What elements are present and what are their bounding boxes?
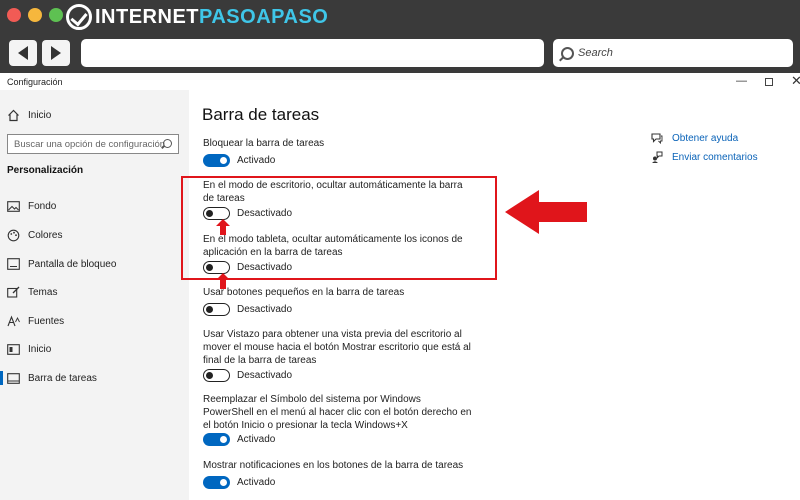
home-icon: [6, 108, 20, 122]
feedback-icon: [651, 151, 663, 163]
sidebar-item-label: Colores: [28, 229, 63, 241]
font-icon: [6, 314, 20, 328]
annotation-arrow-up-icon: [216, 273, 230, 289]
sidebar-section-heading: Personalización: [7, 165, 84, 176]
setting-label-badges: Mostrar notificaciones en los botones de…: [203, 460, 464, 471]
minimize-window-button[interactable]: [28, 8, 42, 22]
minimize-button[interactable]: —: [736, 75, 747, 87]
browser-chrome: INTERNET PASOAPASO Search: [0, 0, 800, 73]
toggle-badges[interactable]: [203, 476, 230, 489]
sidebar-item-label: Barra de tareas: [28, 372, 97, 384]
settings-sidebar: Inicio Buscar una opción de configuració…: [0, 90, 189, 500]
image-icon: [6, 199, 20, 213]
send-feedback-label: Enviar comentarios: [672, 151, 758, 163]
annotation-arrow-left-icon: [505, 190, 587, 234]
toggle-state-label: Activado: [237, 155, 276, 166]
sidebar-item-label: Pantalla de bloqueo: [28, 258, 117, 270]
start-icon: [6, 342, 20, 356]
site-logo: INTERNET PASOAPASO: [66, 4, 328, 30]
sidebar-item-colores[interactable]: Colores: [0, 224, 189, 246]
sidebar-item-home[interactable]: Inicio: [0, 104, 189, 126]
page-title: Barra de tareas: [202, 105, 320, 124]
setting-label-lock-taskbar: Bloquear la barra de tareas: [203, 138, 325, 149]
window-title: Configuración: [7, 77, 63, 87]
taskbar-icon: [6, 371, 20, 385]
zoom-window-button[interactable]: [49, 8, 63, 22]
sidebar-item-label: Fondo: [28, 200, 57, 212]
toggle-powershell[interactable]: [203, 433, 230, 446]
logo-text-part1: INTERNET: [95, 5, 199, 28]
toggle-small-buttons[interactable]: [203, 303, 230, 316]
toggle-state-label: Activado: [237, 434, 276, 445]
arrow-right-icon: [51, 46, 61, 60]
settings-search-placeholder: Buscar una opción de configuración: [14, 138, 166, 150]
sidebar-home-label: Inicio: [28, 109, 52, 121]
sidebar-item-barra-de-tareas[interactable]: Barra de tareas: [0, 367, 189, 389]
settings-main-panel: Barra de tareas Bloquear la barra de tar…: [189, 90, 800, 500]
browser-titlebar: INTERNET PASOAPASO: [0, 0, 800, 34]
brush-icon: [6, 285, 20, 299]
browser-search-field[interactable]: Search: [553, 39, 793, 67]
sidebar-item-inicio[interactable]: Inicio: [0, 338, 189, 360]
get-help-label: Obtener ayuda: [672, 132, 739, 144]
sidebar-item-pantalla-de-bloqueo[interactable]: Pantalla de bloqueo: [0, 253, 189, 275]
close-window-button[interactable]: [7, 8, 21, 22]
toggle-peek[interactable]: [203, 369, 230, 382]
close-button[interactable]: ✕: [791, 73, 800, 89]
forward-button[interactable]: [42, 40, 70, 66]
setting-label-small-buttons: Usar botones pequeños en la barra de tar…: [203, 287, 405, 298]
settings-search-input[interactable]: Buscar una opción de configuración: [7, 134, 179, 154]
browser-search-label: Search: [578, 47, 613, 59]
toggle-state-label: Activado: [237, 477, 276, 488]
sidebar-item-label: Inicio: [28, 343, 52, 355]
maximize-button[interactable]: [765, 78, 773, 86]
sidebar-item-temas[interactable]: Temas: [0, 281, 189, 303]
toggle-state-label: Desactivado: [237, 370, 293, 381]
sidebar-item-label: Temas: [28, 286, 58, 298]
send-feedback-link[interactable]: Enviar comentarios: [651, 151, 758, 163]
get-help-link[interactable]: Obtener ayuda: [651, 132, 739, 145]
lock-screen-icon: [6, 257, 20, 271]
toggle-lock-taskbar[interactable]: [203, 154, 230, 167]
logo-text-part2: PASOAPASO: [199, 5, 329, 28]
annotation-arrow-up-icon: [216, 219, 230, 235]
palette-icon: [6, 228, 20, 242]
back-button[interactable]: [9, 40, 37, 66]
setting-label-powershell: Reemplazar el Símbolo del sistema por Wi…: [203, 394, 472, 431]
setting-label-peek: Usar Vistazo para obtener una vista prev…: [203, 329, 471, 366]
chat-help-icon: [651, 132, 663, 145]
search-icon: [561, 46, 574, 60]
address-bar[interactable]: [81, 39, 544, 67]
search-icon: [163, 139, 172, 148]
sidebar-item-label: Fuentes: [28, 315, 65, 327]
checkmark-logo-icon: [66, 4, 92, 30]
arrow-left-icon: [18, 46, 28, 60]
toggle-state-label: Desactivado: [237, 304, 293, 315]
sidebar-item-fuentes[interactable]: Fuentes: [0, 310, 189, 332]
sidebar-item-fondo[interactable]: Fondo: [0, 195, 189, 217]
